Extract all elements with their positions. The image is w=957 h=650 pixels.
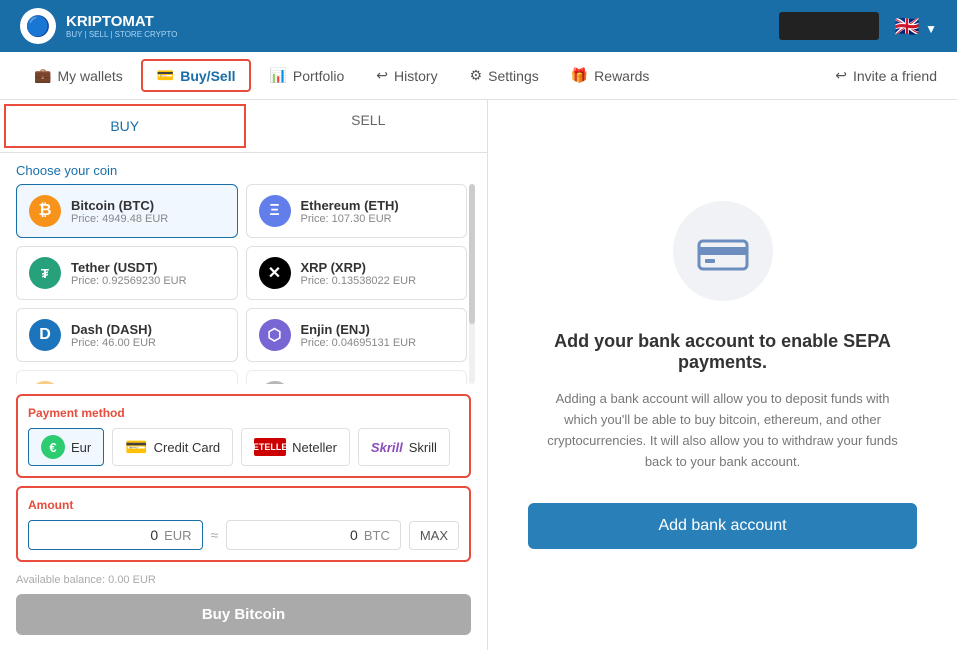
buy-bitcoin-button[interactable]: Buy Bitcoin — [16, 594, 471, 635]
nav-buy-sell[interactable]: 💳 Buy/Sell — [141, 59, 252, 92]
portfolio-icon: 📊 — [269, 67, 286, 84]
nav-portfolio-label: Portfolio — [293, 68, 344, 84]
btc-icon: ₿ — [29, 195, 61, 227]
btc-amount-wrap: BTC — [226, 520, 401, 550]
available-balance: Available balance: 0.00 EUR — [0, 570, 487, 586]
coin-enj[interactable]: ⬡ Enjin (ENJ) Price: 0.04695131 EUR — [246, 308, 468, 362]
rewards-icon: 🎁 — [571, 67, 588, 84]
right-panel: Add your bank account to enable SEPA pay… — [488, 100, 957, 650]
dash-price: Price: 46.00 EUR — [71, 337, 156, 349]
payment-neteller[interactable]: NETELLER Neteller — [241, 428, 350, 466]
tab-buy-label: BUY — [110, 118, 139, 134]
choose-coin-label: Choose your coin — [0, 153, 487, 184]
enj-price: Price: 0.04695131 EUR — [301, 337, 417, 349]
coin-eth[interactable]: Ξ Ethereum (ETH) Price: 107.30 EUR — [246, 184, 468, 238]
coin-dash[interactable]: D Dash (DASH) Price: 46.00 EUR — [16, 308, 238, 362]
skrill-label: Skrill — [409, 440, 437, 455]
neteller-label: Neteller — [292, 440, 337, 455]
btc-name: Bitcoin (BTC) — [71, 198, 168, 213]
payment-options: € Eur 💳 Credit Card NETELLER Neteller Sk… — [28, 428, 459, 466]
nav-rewards[interactable]: 🎁 Rewards — [557, 61, 664, 90]
sepa-title: Add your bank account to enable SEPA pay… — [528, 331, 917, 373]
coin-snc[interactable]: ☀ SunContract (SNC) — [246, 370, 468, 384]
payment-credit-card[interactable]: 💳 Credit Card — [112, 428, 233, 466]
credit-card-icon: 💳 — [125, 437, 147, 458]
nav-my-wallets-label: My wallets — [57, 68, 122, 84]
coin-xrp[interactable]: ✕ XRP (XRP) Price: 0.13538022 EUR — [246, 246, 468, 300]
wallet-icon: 💼 — [34, 67, 51, 84]
coin-grid: ₿ Bitcoin (BTC) Price: 4949.48 EUR Ξ Eth… — [16, 184, 471, 384]
invite-label: Invite a friend — [853, 68, 937, 84]
user-menu[interactable] — [779, 12, 879, 40]
usdt-price: Price: 0.92569230 EUR — [71, 275, 187, 287]
tab-buy[interactable]: BUY — [4, 104, 246, 148]
app-subtitle: BUY | SELL | STORE CRYPTO — [66, 30, 177, 39]
btc-amount-input[interactable] — [237, 527, 358, 543]
logo: 🔵 KRIPTOMAT BUY | SELL | STORE CRYPTO — [20, 8, 177, 44]
btc-currency-label: BTC — [364, 528, 390, 543]
scrollbar-track[interactable] — [469, 184, 475, 384]
btc-price: Price: 4949.48 EUR — [71, 213, 168, 225]
enj-name: Enjin (ENJ) — [301, 322, 417, 337]
nav-settings[interactable]: ⚙ Settings — [456, 61, 553, 90]
nav-settings-label: Settings — [488, 68, 539, 84]
eur-amount-input[interactable] — [39, 527, 158, 543]
nav-my-wallets[interactable]: 💼 My wallets — [20, 61, 137, 90]
card-icon: 💳 — [157, 67, 174, 84]
eur-label: Eur — [71, 440, 91, 455]
xrp-price: Price: 0.13538022 EUR — [301, 275, 417, 287]
skrill-icon: Skrill — [371, 440, 403, 455]
nav-portfolio[interactable]: 📊 Portfolio — [255, 61, 358, 90]
nav-rewards-label: Rewards — [594, 68, 649, 84]
approx-symbol: ≈ — [211, 527, 219, 543]
usdt-name: Tether (USDT) — [71, 260, 187, 275]
xrp-icon: ✕ — [259, 257, 291, 289]
settings-icon: ⚙ — [470, 67, 483, 84]
payment-skrill[interactable]: Skrill Skrill — [358, 428, 450, 466]
neteller-icon: NETELLER — [254, 438, 286, 456]
app-title: KRIPTOMAT — [66, 13, 177, 30]
invite-icon: ↩ — [835, 67, 847, 84]
coin-usdt[interactable]: ₮ Tether (USDT) Price: 0.92569230 EUR — [16, 246, 238, 300]
eur-currency-label: EUR — [164, 528, 191, 543]
enj-icon: ⬡ — [259, 319, 291, 351]
tab-sell[interactable]: SELL — [250, 100, 488, 152]
payment-method-section: Payment method € Eur 💳 Credit Card NETEL… — [16, 394, 471, 478]
eth-name: Ethereum (ETH) — [301, 198, 399, 213]
language-flag[interactable]: 🇬🇧 ▼ — [895, 14, 937, 39]
eth-price: Price: 107.30 EUR — [301, 213, 399, 225]
amount-section: Amount EUR ≈ BTC MAX — [16, 486, 471, 562]
add-bank-account-button[interactable]: Add bank account — [528, 503, 917, 549]
dash-name: Dash (DASH) — [71, 322, 156, 337]
eth-icon: Ξ — [259, 195, 291, 227]
payment-method-label: Payment method — [28, 406, 459, 420]
credit-card-label: Credit Card — [154, 440, 220, 455]
max-button[interactable]: MAX — [409, 521, 459, 550]
usdt-icon: ₮ — [29, 257, 61, 289]
nav-history-label: History — [394, 68, 438, 84]
dash-icon: D — [29, 319, 61, 351]
coin-btc[interactable]: ₿ Bitcoin (BTC) Price: 4949.48 EUR — [16, 184, 238, 238]
history-icon: ↩ — [376, 67, 388, 84]
nav-buy-sell-label: Buy/Sell — [180, 68, 235, 84]
sepa-description: Adding a bank account will allow you to … — [543, 389, 903, 472]
tab-sell-label: SELL — [351, 112, 385, 128]
bank-icon-container — [673, 201, 773, 301]
eur-icon: € — [41, 435, 65, 459]
nav-history[interactable]: ↩ History — [362, 61, 451, 90]
payment-eur[interactable]: € Eur — [28, 428, 104, 466]
bank-icon — [697, 231, 749, 271]
coin-dai[interactable]: ◈ Dai (DAI) — [16, 370, 238, 384]
invite-friend[interactable]: ↩ Invite a friend — [835, 67, 937, 84]
amount-label: Amount — [28, 498, 459, 512]
eur-amount-wrap: EUR — [28, 520, 203, 550]
xrp-name: XRP (XRP) — [301, 260, 417, 275]
scrollbar-thumb[interactable] — [469, 184, 475, 324]
